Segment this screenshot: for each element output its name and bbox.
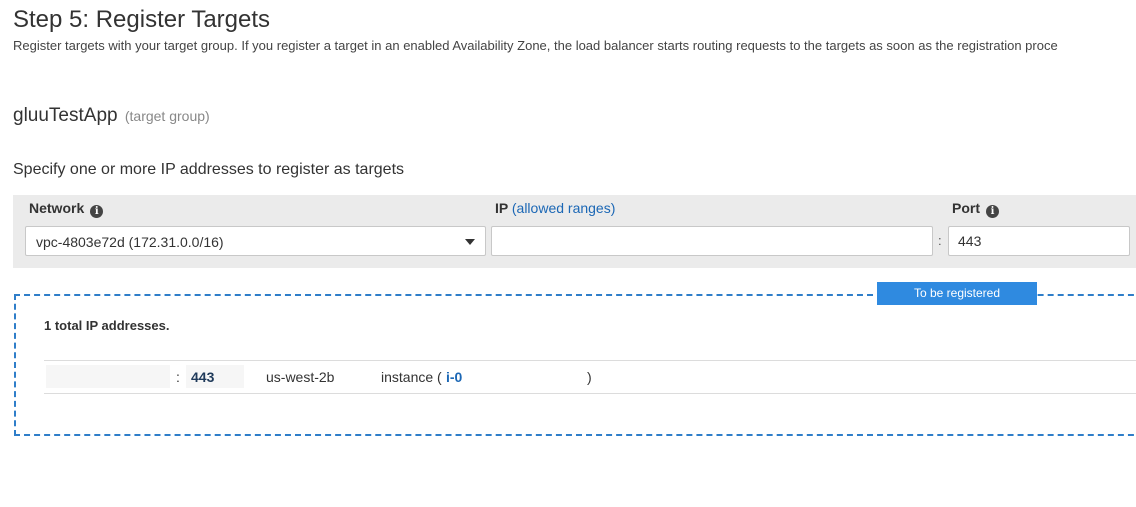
- ip-input[interactable]: [491, 226, 933, 256]
- target-row-zone: us-west-2b: [266, 369, 335, 385]
- target-group-name: gluuTestApp: [13, 105, 118, 126]
- network-select-value: vpc-4803e72d (172.31.0.0/16): [36, 234, 224, 250]
- target-group-heading: gluuTestApp (target group): [13, 105, 210, 127]
- port-label-text: Port: [952, 200, 980, 216]
- port-label: Port i: [952, 200, 999, 218]
- network-label: Network i: [29, 200, 104, 218]
- target-group-suffix: (target group): [124, 108, 210, 124]
- total-ip-count: 1 total IP addresses.: [44, 318, 170, 333]
- network-select[interactable]: vpc-4803e72d (172.31.0.0/16): [25, 226, 486, 256]
- specify-instructions: Specify one or more IP addresses to regi…: [13, 161, 405, 178]
- pending-registration-area: [14, 294, 1136, 436]
- chevron-down-icon: [465, 239, 475, 245]
- target-row-instance-suffix: ): [587, 369, 592, 385]
- redacted-ip-address: [46, 365, 170, 388]
- target-row-separator: :: [176, 369, 180, 385]
- step-description: Register targets with your target group.…: [13, 38, 1058, 53]
- target-row-port: 443: [191, 369, 215, 385]
- to-be-registered-badge: To be registered: [877, 282, 1037, 305]
- target-row-instance-prefix: instance (: [381, 369, 442, 385]
- page-title: Step 5: Register Targets: [13, 6, 271, 33]
- network-label-text: Network: [29, 200, 85, 216]
- target-row-instance-id[interactable]: i-0: [446, 369, 462, 385]
- ip-label: IP (allowed ranges): [495, 200, 615, 216]
- info-icon[interactable]: i: [986, 205, 999, 218]
- info-icon[interactable]: i: [90, 205, 104, 218]
- port-input[interactable]: [948, 226, 1130, 256]
- row-divider-bottom: [44, 393, 1136, 394]
- ip-label-text: IP: [495, 200, 508, 216]
- allowed-ranges-link[interactable]: (allowed ranges): [512, 200, 616, 216]
- row-divider-top: [44, 360, 1136, 361]
- ip-port-separator: :: [938, 233, 942, 248]
